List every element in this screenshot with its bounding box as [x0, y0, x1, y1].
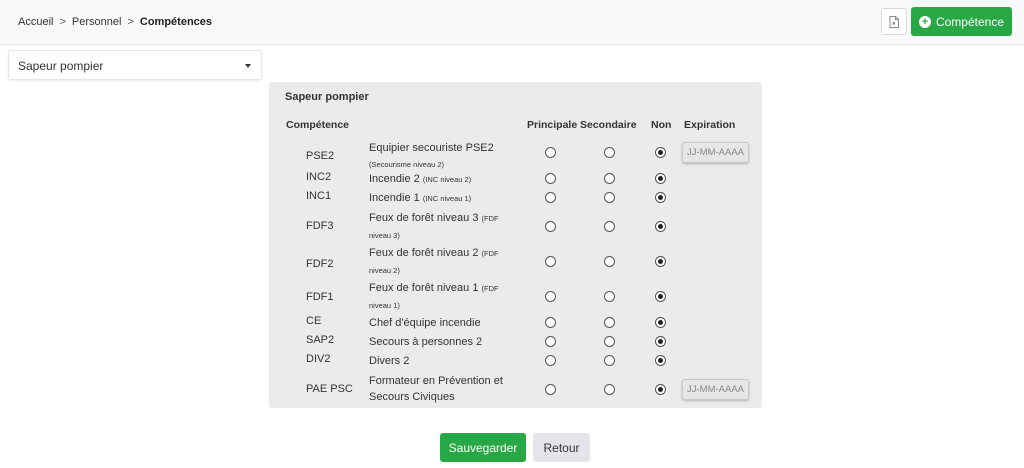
competence-name: Secours à personnes 2 — [369, 334, 519, 350]
competence-code: PAE PSC — [306, 383, 353, 395]
competence-name: Feux de forêt niveau 3 (FDF niveau 3) — [369, 210, 519, 244]
save-button[interactable]: Sauvegarder — [440, 433, 526, 462]
competence-row: FDF1 Feux de forêt niveau 1 (FDF niveau 1… — [269, 280, 762, 312]
competence-name-label: Feux de forêt niveau 1 — [369, 282, 479, 294]
competence-row: INC2 Incendie 2 (INC niveau 2) — [269, 170, 762, 186]
role-select-value: Sapeur pompier — [18, 59, 104, 73]
competence-code: SAP2 — [306, 334, 335, 346]
competence-name-label: Formateur en Prévention et Secours Civiq… — [369, 375, 503, 403]
competence-name: Incendie 1 (INC niveau 1) — [369, 190, 519, 207]
radio-principale[interactable] — [545, 173, 556, 184]
breadcrumb-personnel[interactable]: Personnel — [72, 16, 122, 28]
radio-principale[interactable] — [545, 221, 556, 232]
competence-row: FDF3 Feux de forêt niveau 3 (FDF niveau 3… — [269, 210, 762, 242]
column-header-principale: Principale — [527, 119, 578, 131]
radio-non[interactable] — [655, 291, 666, 302]
panel-title: Sapeur pompier — [285, 91, 369, 103]
back-button[interactable]: Retour — [533, 433, 590, 462]
expiration-date-input[interactable] — [682, 142, 749, 163]
radio-secondaire[interactable] — [604, 384, 615, 395]
radio-secondaire[interactable] — [604, 336, 615, 347]
chevron-down-icon — [245, 64, 251, 68]
radio-secondaire[interactable] — [604, 355, 615, 366]
competence-code: FDF2 — [306, 258, 334, 270]
radio-principale[interactable] — [545, 147, 556, 158]
competence-name: Incendie 2 (INC niveau 2) — [369, 171, 519, 188]
column-header-expiration: Expiration — [684, 119, 736, 131]
competence-subtitle: (INC niveau 2) — [422, 175, 472, 184]
competence-code: CE — [306, 315, 322, 327]
competence-code: PSE2 — [306, 150, 335, 162]
add-competence-button[interactable]: + Compétence — [911, 7, 1012, 36]
competence-row: DIV2 Divers 2 — [269, 352, 762, 368]
radio-secondaire[interactable] — [604, 192, 615, 203]
competence-row: PAE PSC Formateur en Prévention et Secour… — [269, 373, 762, 405]
radio-principale[interactable] — [545, 336, 556, 347]
breadcrumb: Accueil > Personnel > Compétences — [18, 16, 212, 28]
competence-code: INC1 — [306, 190, 332, 202]
radio-non[interactable] — [655, 192, 666, 203]
role-select[interactable]: Sapeur pompier — [8, 50, 262, 80]
competence-name-label: Chef d'équipe incendie — [369, 317, 481, 329]
radio-non[interactable] — [655, 336, 666, 347]
radio-secondaire[interactable] — [604, 221, 615, 232]
competence-name: Feux de forêt niveau 2 (FDF niveau 2) — [369, 245, 519, 279]
column-header-competence: Compétence — [286, 119, 350, 131]
radio-principale[interactable] — [545, 256, 556, 267]
radio-non[interactable] — [655, 147, 666, 158]
competence-name: Divers 2 — [369, 353, 519, 369]
column-header-non: Non — [651, 119, 672, 131]
radio-non[interactable] — [655, 221, 666, 232]
competence-name-label: Secours à personnes 2 — [369, 336, 483, 348]
competence-name-label: Incendie 2 — [369, 173, 420, 185]
competence-code: FDF1 — [306, 291, 334, 303]
competence-code: DIV2 — [306, 353, 331, 365]
competence-name-label: Divers 2 — [369, 355, 410, 367]
radio-principale[interactable] — [545, 317, 556, 328]
competence-row: CE Chef d'équipe incendie — [269, 314, 762, 330]
radio-principale[interactable] — [545, 192, 556, 203]
radio-non[interactable] — [655, 384, 666, 395]
radio-non[interactable] — [655, 173, 666, 184]
top-bar: Accueil > Personnel > Compétences + Compéten… — [0, 0, 1024, 45]
competence-name-label: Equipier secouriste PSE2 — [369, 142, 494, 154]
radio-secondaire[interactable] — [604, 317, 615, 328]
column-header-secondaire: Secondaire — [580, 119, 637, 131]
competence-row: PSE2 Equipier secouriste PSE2 (Secourisme… — [269, 140, 762, 169]
radio-secondaire[interactable] — [604, 256, 615, 267]
breadcrumb-separator: > — [127, 16, 134, 28]
export-button[interactable] — [881, 8, 907, 35]
competence-name: Chef d'équipe incendie — [369, 315, 519, 331]
competence-name: Equipier secouriste PSE2 (Secourisme niv… — [369, 140, 519, 173]
add-competence-label: Compétence — [935, 14, 1005, 29]
radio-non[interactable] — [655, 256, 666, 267]
competence-code: FDF3 — [306, 220, 334, 232]
competence-name-label: Feux de forêt niveau 2 — [369, 247, 479, 259]
competence-row: SAP2 Secours à personnes 2 — [269, 333, 762, 349]
breadcrumb-current: Compétences — [139, 16, 213, 28]
competence-name: Formateur en Prévention et Secours Civiq… — [369, 373, 519, 405]
radio-principale[interactable] — [545, 384, 556, 395]
competence-subtitle: (INC niveau 1) — [422, 194, 472, 203]
competence-subtitle: (Secourisme niveau 2) — [369, 160, 445, 169]
radio-secondaire[interactable] — [604, 173, 615, 184]
competence-code: INC2 — [306, 171, 332, 183]
radio-principale[interactable] — [545, 291, 556, 302]
competence-name-label: Incendie 1 — [369, 192, 420, 204]
competence-name: Feux de forêt niveau 1 (FDF niveau 1) — [369, 280, 519, 314]
radio-non[interactable] — [655, 355, 666, 366]
breadcrumb-separator: > — [59, 16, 66, 28]
radio-non[interactable] — [655, 317, 666, 328]
radio-secondaire[interactable] — [604, 147, 615, 158]
plus-circle-icon: + — [918, 15, 931, 28]
breadcrumb-home[interactable]: Accueil — [18, 16, 53, 28]
competences-panel: Sapeur pompier Compétence Principale Sec… — [269, 82, 762, 408]
radio-principale[interactable] — [545, 355, 556, 366]
competence-row: INC1 Incendie 1 (INC niveau 1) — [269, 189, 762, 205]
radio-secondaire[interactable] — [604, 291, 615, 302]
competence-row: FDF2 Feux de forêt niveau 2 (FDF niveau 2… — [269, 245, 762, 277]
expiration-date-input[interactable] — [682, 379, 749, 400]
competence-name-label: Feux de forêt niveau 3 — [369, 212, 479, 224]
file-export-icon — [889, 15, 899, 28]
